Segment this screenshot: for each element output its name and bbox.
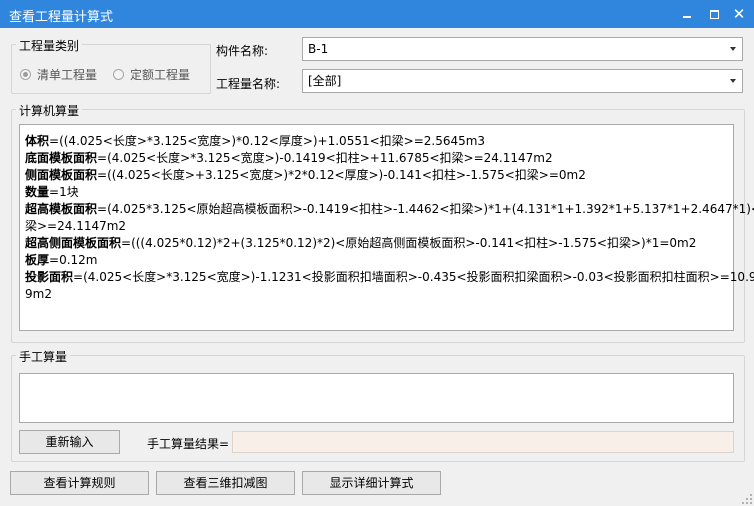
radio-bill-quantity-label: 清单工程量	[37, 68, 98, 82]
formula-quantity-name: 体积	[25, 134, 50, 148]
formula-quantity-name: 侧面模板面积	[25, 168, 98, 182]
formula-expression: =((4.025<长度>*3.125<宽度>)*0.12<厚度>)+1.0551…	[49, 134, 486, 148]
radio-quota-quantity-label: 定额工程量	[130, 68, 191, 82]
formula-line: 数量=1块	[25, 184, 733, 201]
title-bar[interactable]: 查看工程量计算式 ✕	[0, 0, 754, 28]
computed-quantity-label: 计算机算量	[16, 102, 83, 119]
formula-quantity-name: 数量	[25, 185, 50, 199]
formula-lines: 体积=((4.025<长度>*3.125<宽度>)*0.12<厚度>)+1.05…	[25, 133, 754, 303]
maximize-button[interactable]	[703, 4, 725, 24]
formula-expression: =(4.025<长度>*3.125<宽度>)-0.1419<扣柱>+11.678…	[97, 151, 553, 165]
manual-result-label: 手工算量结果=	[147, 437, 230, 451]
quantity-name-select[interactable]: [全部]	[302, 69, 743, 93]
formula-line: 底面模板面积=(4.025<长度>*3.125<宽度>)-0.1419<扣柱>+…	[25, 150, 733, 167]
close-button[interactable]: ✕	[728, 4, 750, 24]
component-name-value: B-1	[308, 42, 329, 56]
show-detail-formula-button[interactable]: 显示详细计算式	[302, 471, 441, 495]
view-3d-deduction-button[interactable]: 查看三维扣减图	[156, 471, 295, 495]
formula-expression: =1块	[49, 185, 79, 199]
formula-expression: =0.12m	[49, 253, 98, 267]
formula-line: 投影面积=(4.025<长度>*3.125<宽度>)-1.1231<投影面积扣墙…	[25, 269, 754, 286]
manual-quantity-input[interactable]	[19, 373, 734, 423]
window-title: 查看工程量计算式	[9, 10, 114, 25]
formula-line: 梁>=24.1147m2	[25, 218, 733, 235]
formula-expression: =(4.025<长度>*3.125<宽度>)-1.1231<投影面积扣墙面积>-…	[73, 270, 754, 284]
component-name-select[interactable]: B-1	[302, 37, 743, 61]
formula-line: 9m2	[25, 286, 733, 303]
formula-expression: =((4.025<长度>+3.125<宽度>)*2*0.12<厚度>)-0.14…	[97, 168, 586, 182]
minimize-button[interactable]	[676, 4, 698, 24]
computed-formula-text[interactable]: 体积=((4.025<长度>*3.125<宽度>)*0.12<厚度>)+1.05…	[19, 124, 754, 331]
manual-result-field[interactable]	[232, 431, 734, 453]
formula-quantity-name: 底面模板面积	[25, 151, 98, 165]
formula-expression: =(4.025*3.125<原始超高模板面积>-0.1419<扣柱>-1.446…	[97, 202, 754, 216]
quantity-name-label: 工程量名称:	[216, 77, 281, 91]
manual-quantity-label: 手工算量	[16, 348, 71, 365]
formula-line: 体积=((4.025<长度>*3.125<宽度>)*0.12<厚度>)+1.05…	[25, 133, 733, 150]
radio-quota-quantity[interactable]: 定额工程量	[113, 66, 190, 83]
radio-bill-quantity[interactable]: 清单工程量	[20, 66, 97, 83]
component-name-label: 构件名称:	[216, 44, 269, 58]
quantity-name-value: [全部]	[308, 74, 342, 88]
formula-expression: =(((4.025*0.12)*2+(3.125*0.12)*2)<原始超高侧面…	[121, 236, 697, 250]
quantity-category-label: 工程量类别	[16, 37, 83, 54]
formula-quantity-name: 投影面积	[25, 270, 74, 284]
formula-line: 超高侧面模板面积=(((4.025*0.12)*2+(3.125*0.12)*2…	[25, 235, 733, 252]
formula-line: 超高模板面积=(4.025*3.125<原始超高模板面积>-0.1419<扣柱>…	[25, 201, 754, 218]
formula-quantity-name: 超高模板面积	[25, 202, 98, 216]
formula-expression: 9m2	[25, 287, 52, 301]
chevron-down-icon	[730, 79, 736, 83]
formula-quantity-name: 超高侧面模板面积	[25, 236, 122, 250]
reenter-button[interactable]: 重新输入	[19, 430, 120, 454]
radio-quota-quantity-indicator[interactable]	[113, 69, 124, 80]
radio-bill-quantity-indicator[interactable]	[20, 69, 31, 80]
formula-expression: 梁>=24.1147m2	[25, 219, 127, 233]
chevron-down-icon	[730, 47, 736, 51]
formula-line: 板厚=0.12m	[25, 252, 733, 269]
view-rules-button[interactable]: 查看计算规则	[10, 471, 149, 495]
resize-grip[interactable]	[742, 494, 752, 504]
formula-line: 侧面模板面积=((4.025<长度>+3.125<宽度>)*2*0.12<厚度>…	[25, 167, 733, 184]
formula-quantity-name: 板厚	[25, 253, 50, 267]
